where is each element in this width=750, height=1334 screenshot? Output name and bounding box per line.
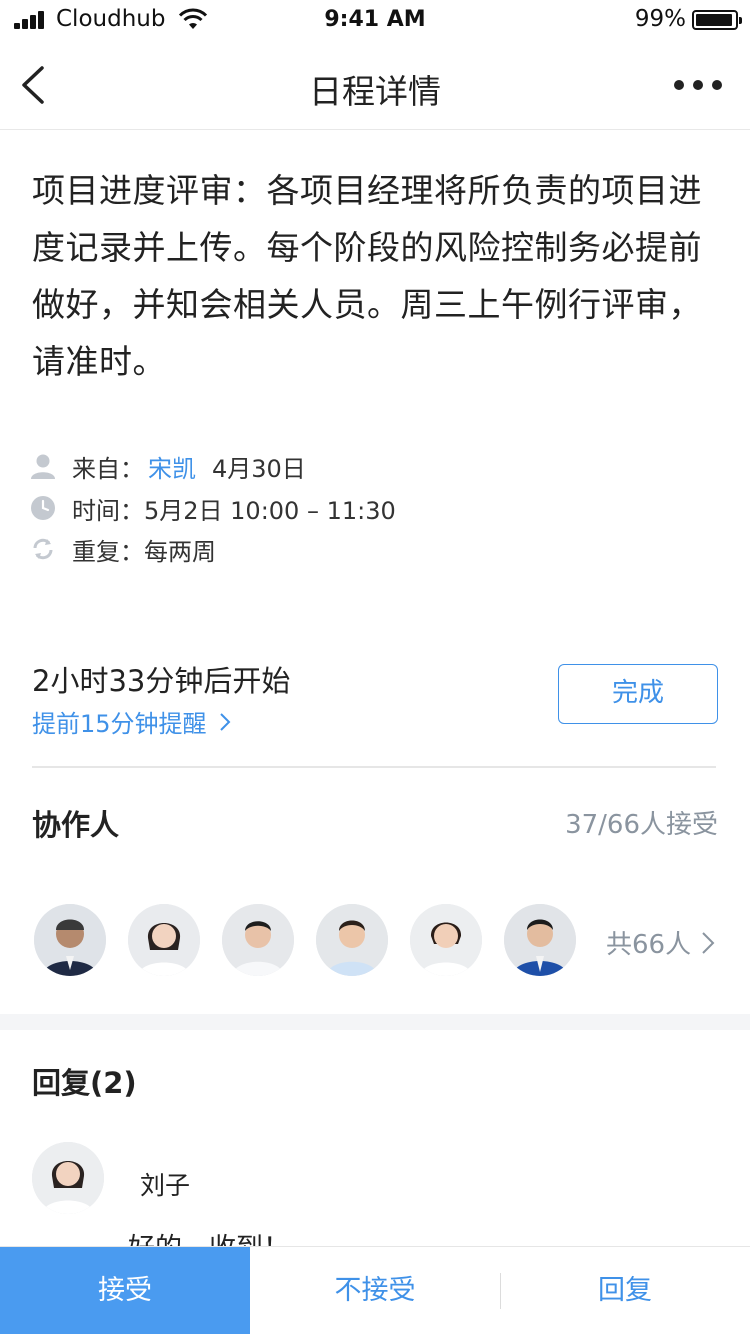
collaborators-accepted-count: 37/66人接受 <box>565 810 718 840</box>
action-bar: 接受 不接受 回复 <box>0 1246 750 1334</box>
reply-author-name: 刘子 <box>140 1171 191 1200</box>
clock-icon <box>31 496 55 520</box>
battery-percent: 99% <box>634 6 686 32</box>
avatar[interactable] <box>34 904 106 976</box>
meta-from: 来自： 宋凯 4月30日 <box>30 449 306 484</box>
person-icon <box>31 454 55 479</box>
avatar[interactable] <box>504 904 576 976</box>
repeat-value: 每两周 <box>144 537 216 566</box>
starts-in-text: 2小时33分钟后开始 <box>32 664 291 698</box>
from-label: 来自： <box>72 454 144 483</box>
total-collaborators-label: 共66人 <box>606 930 692 960</box>
collaborators-title: 协作人 <box>32 808 120 842</box>
battery-icon <box>692 10 742 30</box>
avatar[interactable] <box>222 904 294 976</box>
more-options-button[interactable] <box>668 70 728 100</box>
replies-title: 回复(2) <box>32 1066 137 1100</box>
divider <box>32 766 716 768</box>
repeat-icon <box>33 538 53 560</box>
from-date: 4月30日 <box>212 454 306 483</box>
time-label: 时间： <box>72 496 144 525</box>
chevron-right-icon <box>219 712 230 731</box>
reply-button[interactable]: 回复 <box>500 1247 750 1334</box>
meta-time: 时间： 5月2日 10:00 – 11:30 <box>30 492 396 525</box>
status-bar: Cloudhub 9:41 AM 99% <box>0 0 750 40</box>
meta-repeat: 重复： 每两周 <box>30 533 216 566</box>
reminder-link[interactable]: 提前15分钟提醒 <box>32 704 231 739</box>
avatar[interactable] <box>128 904 200 976</box>
from-name-link[interactable]: 宋凯 <box>148 449 196 484</box>
accept-button[interactable]: 接受 <box>0 1247 250 1334</box>
repeat-label: 重复： <box>72 537 144 566</box>
page-title: 日程详情 <box>309 72 441 111</box>
reminder-label: 提前15分钟提醒 <box>32 710 207 738</box>
nav-bar: 日程详情 <box>0 40 750 130</box>
chevron-right-icon <box>702 931 715 954</box>
reply-avatar[interactable] <box>32 1142 104 1214</box>
section-separator <box>0 1014 750 1030</box>
done-button[interactable]: 完成 <box>558 664 718 724</box>
avatar[interactable] <box>410 904 482 976</box>
decline-button[interactable]: 不接受 <box>250 1247 500 1334</box>
avatar[interactable] <box>316 904 388 976</box>
event-description: 项目进度评审：各项目经理将所负责的项目进度记录并上传。每个阶段的风险控制务必提前… <box>32 171 702 381</box>
time-value: 5月2日 10:00 – 11:30 <box>144 496 396 525</box>
total-collaborators-link[interactable]: 共66人 <box>606 924 715 961</box>
